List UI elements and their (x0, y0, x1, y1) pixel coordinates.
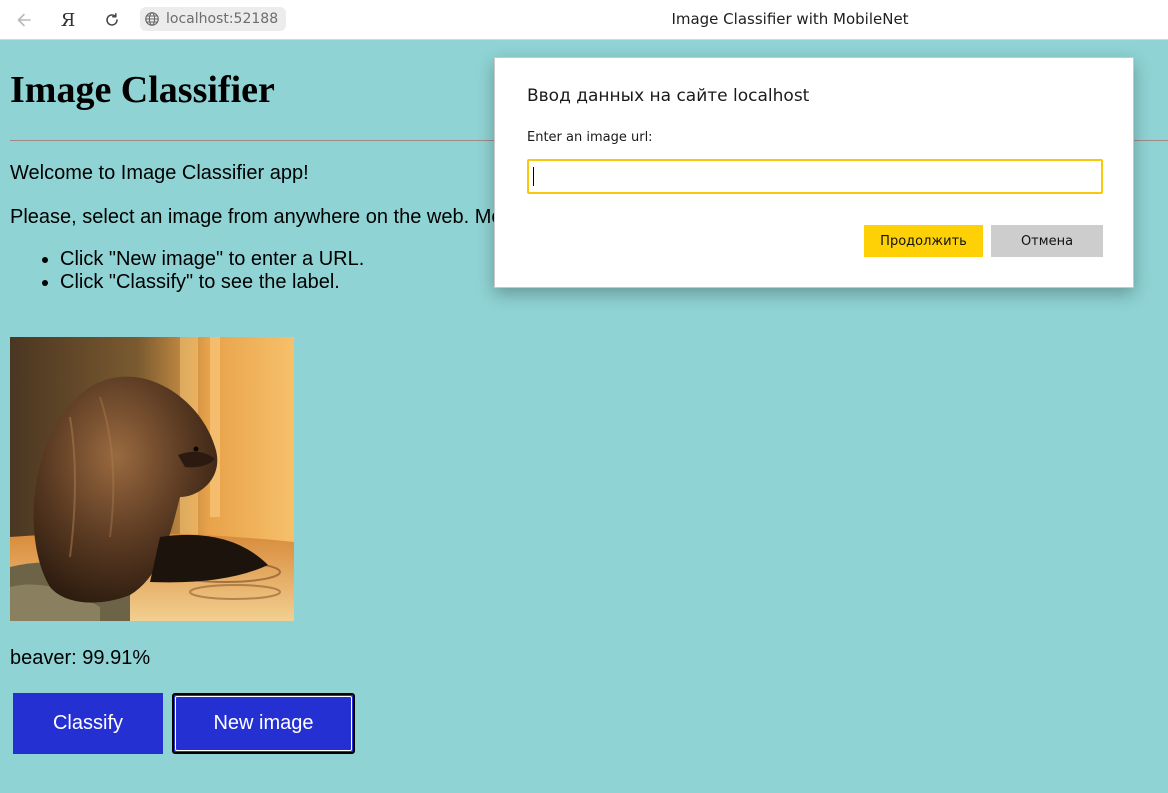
prompt-dialog: Ввод данных на сайте localhost Enter an … (494, 57, 1134, 288)
classify-button[interactable]: Classify (13, 693, 163, 754)
new-image-button[interactable]: New image (172, 693, 355, 754)
page-heading: Image Classifier (10, 69, 275, 111)
globe-icon (144, 11, 160, 27)
dialog-label: Enter an image url: (527, 130, 653, 145)
browser-toolbar: Я localhost:52188 Image Classifier with … (0, 0, 1168, 40)
instructions-text: Please, select an image from anywhere on… (10, 206, 503, 228)
text-caret (533, 167, 534, 186)
tab-title: Image Classifier with MobileNet (671, 10, 909, 28)
address-bar[interactable]: localhost:52188 (140, 7, 286, 31)
steps-list: Click "New image" to enter a URL. Click … (10, 248, 364, 294)
yandex-logo-icon[interactable]: Я (56, 8, 80, 32)
welcome-text: Welcome to Image Classifier app! (10, 162, 309, 184)
url-input[interactable] (527, 159, 1103, 194)
dialog-title: Ввод данных на сайте localhost (527, 86, 810, 106)
cancel-button[interactable]: Отмена (991, 225, 1103, 257)
reload-icon[interactable] (100, 8, 124, 32)
beaver-image (10, 337, 294, 621)
classification-result: beaver: 99.91% (10, 647, 151, 669)
list-item: Click "Classify" to see the label. (60, 271, 364, 294)
address-text: localhost:52188 (166, 11, 279, 27)
continue-button[interactable]: Продолжить (864, 225, 983, 257)
list-item: Click "New image" to enter a URL. (60, 248, 364, 271)
back-arrow-icon[interactable] (12, 8, 36, 32)
